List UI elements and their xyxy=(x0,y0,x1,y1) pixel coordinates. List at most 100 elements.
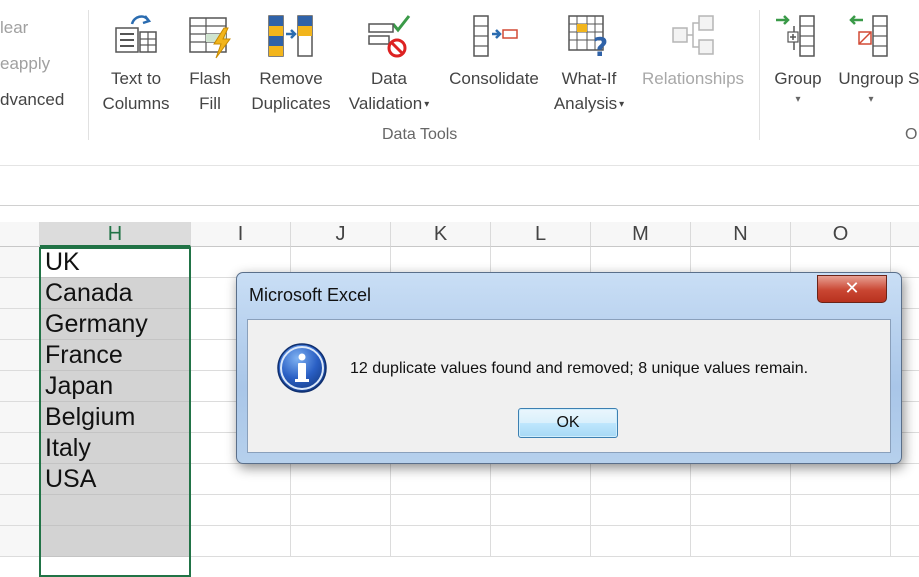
cell-h[interactable]: Germany xyxy=(40,309,191,340)
row-header[interactable] xyxy=(0,495,40,526)
button-label: Consolidate xyxy=(449,69,539,88)
remove-duplicates-button[interactable]: Remove Duplicates xyxy=(246,12,336,116)
group-button[interactable]: Group ▾ xyxy=(768,12,828,109)
cell[interactable] xyxy=(291,495,391,526)
column-header-n[interactable]: N xyxy=(691,222,791,247)
dialog-close-button[interactable]: ✕ xyxy=(817,275,887,303)
outline-group-label: O xyxy=(905,126,918,143)
cell-h[interactable] xyxy=(40,526,191,557)
row-header[interactable] xyxy=(0,526,40,557)
cell[interactable] xyxy=(291,464,391,495)
cell[interactable] xyxy=(191,495,291,526)
what-if-analysis-button[interactable]: ? What-If Analysis ▾ xyxy=(548,12,630,117)
row-header[interactable] xyxy=(0,464,40,495)
ungroup-button[interactable]: Ungroup ▾ xyxy=(834,12,908,109)
cell[interactable] xyxy=(891,526,919,557)
dropdown-caret-icon: ▾ xyxy=(424,99,430,111)
cell[interactable] xyxy=(691,495,791,526)
cell-h[interactable]: Italy xyxy=(40,433,191,464)
subtotal-button[interactable]: S xyxy=(908,12,919,91)
column-header-partial xyxy=(891,222,919,247)
svg-text:?: ? xyxy=(593,33,608,60)
ribbon-separator xyxy=(88,10,89,140)
button-label: What-If xyxy=(561,69,617,88)
button-label: Analysis xyxy=(553,94,618,113)
cell[interactable] xyxy=(491,464,591,495)
ungroup-icon xyxy=(849,15,888,57)
data-validation-icon xyxy=(368,15,411,58)
relationships-button[interactable]: Relationships xyxy=(636,12,750,116)
row-header[interactable] xyxy=(0,433,40,464)
button-label: Duplicates xyxy=(251,94,331,113)
column-header-j[interactable]: J xyxy=(291,222,391,247)
cell[interactable] xyxy=(191,526,291,557)
dropdown-caret-icon: ▾ xyxy=(795,94,801,105)
button-label: Ungroup xyxy=(838,69,904,88)
divider xyxy=(0,205,919,206)
cell[interactable] xyxy=(591,464,691,495)
consolidate-button[interactable]: Consolidate xyxy=(443,12,545,116)
column-header-l[interactable]: L xyxy=(491,222,591,247)
cell[interactable] xyxy=(391,526,491,557)
cell-h[interactable]: Belgium xyxy=(40,402,191,433)
cell[interactable] xyxy=(291,526,391,557)
button-label: Text to xyxy=(110,69,162,88)
dialog-body: 12 duplicate values found and removed; 8… xyxy=(247,319,891,453)
dropdown-caret-icon: ▾ xyxy=(868,94,874,105)
advanced-filter-button[interactable]: dvanced xyxy=(0,90,64,110)
remove-duplicates-icon xyxy=(268,15,313,57)
cell[interactable] xyxy=(691,526,791,557)
data-validation-button[interactable]: Data Validation ▾ xyxy=(340,12,438,117)
button-label: Relationships xyxy=(641,69,745,88)
row-header[interactable] xyxy=(0,402,40,433)
cell[interactable] xyxy=(491,495,591,526)
info-icon xyxy=(277,343,327,393)
cell[interactable] xyxy=(391,464,491,495)
column-header-m[interactable]: M xyxy=(591,222,691,247)
row-header[interactable] xyxy=(0,340,40,371)
dropdown-caret-icon: ▾ xyxy=(619,99,625,111)
cell[interactable] xyxy=(191,464,291,495)
consolidate-icon xyxy=(473,15,518,57)
row-header[interactable] xyxy=(0,309,40,340)
text-to-columns-icon xyxy=(115,15,157,53)
row-header-corner[interactable] xyxy=(0,222,40,247)
cell-h[interactable]: France xyxy=(40,340,191,371)
cell[interactable] xyxy=(791,495,891,526)
cell[interactable] xyxy=(891,464,919,495)
text-to-columns-button[interactable]: Text to Columns xyxy=(96,12,176,116)
cell[interactable] xyxy=(791,526,891,557)
button-label: Flash xyxy=(189,69,231,88)
column-header-k[interactable]: K xyxy=(391,222,491,247)
ribbon: lear eapply dvanced Text to Columns Flas… xyxy=(0,0,919,151)
cell-h[interactable]: Canada xyxy=(40,278,191,309)
button-label: Columns xyxy=(102,94,170,113)
cell[interactable] xyxy=(791,464,891,495)
flash-fill-button[interactable]: Flash Fill xyxy=(180,12,240,116)
cell-h[interactable]: Japan xyxy=(40,371,191,402)
clear-filter-button[interactable]: lear xyxy=(0,18,28,38)
cell[interactable] xyxy=(691,464,791,495)
column-header-h[interactable]: H xyxy=(40,222,191,247)
cell[interactable] xyxy=(591,495,691,526)
column-header-i[interactable]: I xyxy=(191,222,291,247)
cell-h[interactable] xyxy=(40,495,191,526)
ok-button[interactable]: OK xyxy=(518,408,618,438)
cell[interactable] xyxy=(491,526,591,557)
cell[interactable] xyxy=(391,495,491,526)
column-header-o[interactable]: O xyxy=(791,222,891,247)
ribbon-separator xyxy=(759,10,760,140)
row-header[interactable] xyxy=(0,247,40,278)
reapply-filter-button[interactable]: eapply xyxy=(0,54,50,74)
row-header[interactable] xyxy=(0,371,40,402)
close-icon: ✕ xyxy=(844,278,860,298)
cell[interactable] xyxy=(891,495,919,526)
row-header[interactable] xyxy=(0,278,40,309)
what-if-analysis-icon: ? xyxy=(568,15,608,60)
message-dialog: Microsoft Excel ✕ 12 duplicate values fo… xyxy=(236,272,902,464)
cell[interactable] xyxy=(591,526,691,557)
cell-h[interactable]: UK xyxy=(40,247,191,278)
button-label: Validation xyxy=(348,94,423,113)
cell-h[interactable]: USA xyxy=(40,464,191,495)
dialog-message: 12 duplicate values found and removed; 8… xyxy=(350,360,809,377)
